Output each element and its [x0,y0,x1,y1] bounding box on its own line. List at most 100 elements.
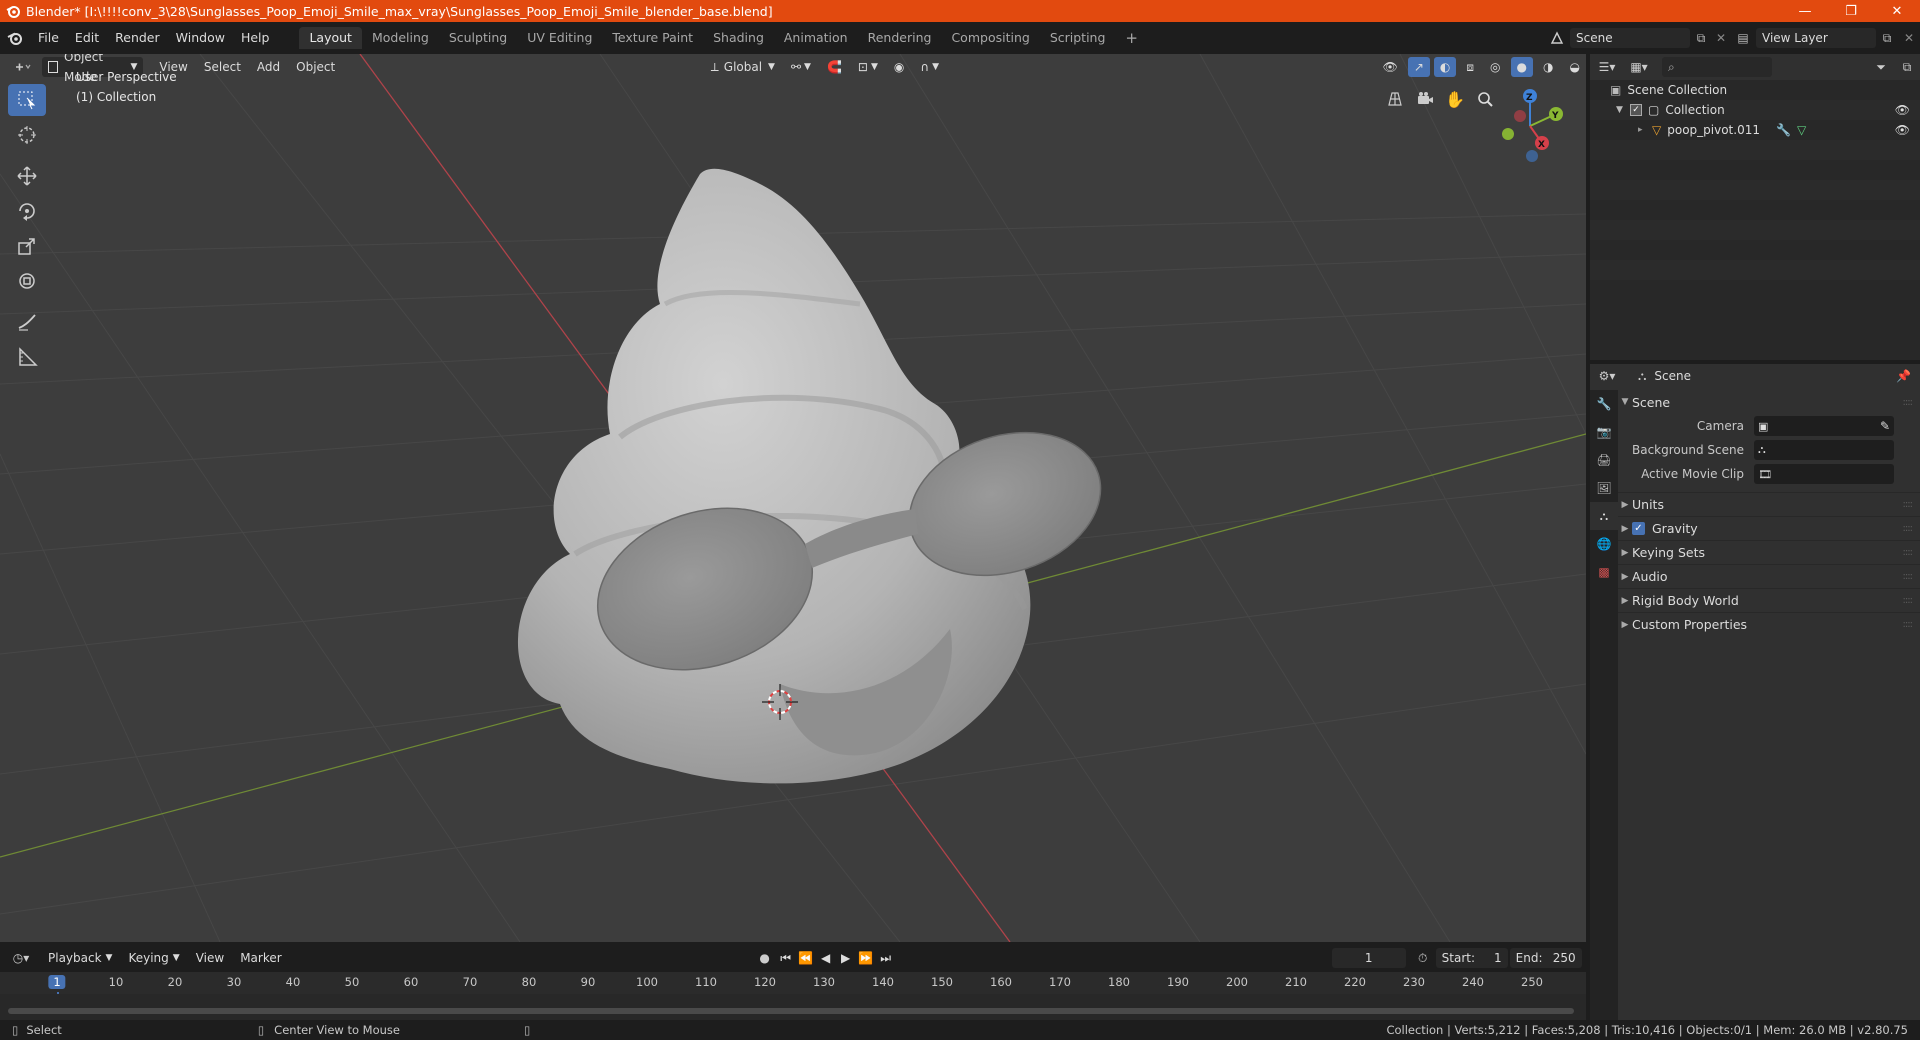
blender-menu-icon[interactable] [0,30,30,46]
new-scene-icon[interactable]: ⧉ [1690,31,1712,46]
tree-row-object[interactable]: ▸ ▽ poop_pivot.011 🔧 ▽ 👁 [1590,120,1920,140]
menu-select[interactable]: Select [198,57,247,77]
toggle-perspective-icon[interactable] [1380,84,1410,114]
filter-icon[interactable]: ⏷ [1868,60,1894,75]
scene-tab-icon[interactable]: ⛬ [1590,502,1618,530]
tab-scripting[interactable]: Scripting [1040,27,1116,49]
transform-tool[interactable] [8,265,46,297]
visibility-icon[interactable]: 👁 [1377,57,1404,77]
drag-handle-icon[interactable]: :::: [1903,397,1914,408]
drag-handle-icon[interactable]: :::: [1903,499,1914,510]
properties-editor-type-icon[interactable]: ⚙▾ [1590,369,1624,383]
current-frame-marker[interactable]: 1 [48,975,66,989]
units-panel-header[interactable]: ▶ Units :::: [1618,492,1920,516]
stopwatch-icon[interactable]: ⏱ [1410,951,1436,966]
3d-viewport[interactable]: Object Mode ▼ View Select Add Object ⟂ G… [0,54,1586,942]
timeline-ruler[interactable]: 1 10 20 30 40 50 60 70 80 90 100 110 120 130 140 150 160… [0,972,1586,1020]
tab-sculpting[interactable]: Sculpting [439,27,517,49]
display-mode-icon[interactable]: ▦▾ [1624,60,1654,74]
pivot-point-icon[interactable]: ⚯ ▼ [785,57,817,77]
outliner-editor-type-icon[interactable]: ☰▾ [1590,60,1624,74]
drag-handle-icon[interactable]: :::: [1903,619,1914,630]
cursor-tool[interactable] [8,119,46,151]
timeline-editor-type-icon[interactable]: ◷▾ [4,951,38,965]
tab-uv-editing[interactable]: UV Editing [517,27,602,49]
collection-checkbox[interactable]: ✓ [1630,104,1642,116]
current-frame-field[interactable]: 1 [1331,948,1406,968]
solid-shading-icon[interactable]: ● [1510,57,1534,77]
timeline-track-area[interactable] [0,994,1586,1020]
eye-icon[interactable]: 👁 [1895,103,1910,117]
jump-end-button[interactable]: ⏭ [876,951,896,966]
close-button[interactable]: ✕ [1874,0,1920,22]
play-reverse-button[interactable]: ◀ [816,951,836,965]
eyedropper-icon[interactable]: ✎ [1880,419,1890,433]
move-tool[interactable] [8,160,46,192]
jump-keyframe-forward-button[interactable]: ⏩ [856,951,876,965]
overlay-toggle-icon[interactable]: ◐ [1433,57,1457,77]
output-tab-icon[interactable]: 🖨 [1590,446,1618,474]
play-button[interactable]: ▶ [836,951,856,965]
transform-orientation-selector[interactable]: ⟂ Global ▼ [705,57,781,77]
tab-modeling[interactable]: Modeling [362,27,439,49]
add-workspace-button[interactable]: + [1115,27,1148,49]
record-button[interactable]: ● [754,951,776,965]
rotate-tool[interactable] [8,195,46,227]
view-layer-tab-icon[interactable]: 🖼 [1590,474,1618,502]
world-tab-icon[interactable]: 🌐 [1590,530,1618,558]
tab-animation[interactable]: Animation [774,27,858,49]
custom-properties-panel-header[interactable]: ▶ Custom Properties :::: [1618,612,1920,636]
modifier-wrench-icon[interactable]: 🔧 [1776,123,1791,137]
view-layer-icon[interactable]: ▤ [1730,31,1756,45]
delete-view-layer-icon[interactable]: ✕ [1898,31,1920,45]
drag-handle-icon[interactable]: :::: [1903,595,1914,606]
pan-hand-icon[interactable]: ✋ [1440,84,1470,114]
editor-type-icon[interactable] [8,57,38,77]
expand-arrow-icon[interactable]: ▸ [1638,125,1652,135]
menu-timeline-view[interactable]: View [190,948,230,968]
render-tab-icon[interactable]: 📷 [1590,418,1618,446]
background-scene-field[interactable]: ⛬ [1754,440,1894,460]
poop-emoji-model[interactable] [517,168,1119,784]
view-layer-field[interactable]: View Layer [1756,28,1876,48]
drag-handle-icon[interactable]: :::: [1903,547,1914,558]
delete-scene-icon[interactable]: ✕ [1712,31,1730,45]
rigid-body-world-panel-header[interactable]: ▶ Rigid Body World :::: [1618,588,1920,612]
axis-gizmo[interactable]: Z Y X [1490,84,1570,164]
tree-row-collection[interactable]: ▼ ✓ ▢ Collection 👁 [1590,100,1920,120]
new-view-layer-icon[interactable]: ⧉ [1876,31,1898,46]
gravity-panel-header[interactable]: ▶ ✓ Gravity :::: [1618,516,1920,540]
scene-panel-header[interactable]: ▼ Scene :::: [1618,390,1920,414]
camera-view-icon[interactable] [1410,84,1440,114]
wireframe-shading-icon[interactable]: ◎ [1484,57,1506,77]
scene-selector-icon[interactable] [1544,31,1570,45]
snap-target-icon[interactable]: ⊡ ▼ [852,57,884,77]
outliner-search-input[interactable]: ⌕ [1662,57,1772,77]
jump-start-button[interactable]: ⏮ [776,951,796,966]
drag-handle-icon[interactable]: :::: [1903,571,1914,582]
menu-render[interactable]: Render [107,27,168,49]
restore-button[interactable]: ❐ [1828,0,1874,22]
mesh-data-icon[interactable]: ▽ [1797,123,1806,137]
menu-marker[interactable]: Marker [234,948,287,968]
menu-object[interactable]: Object [290,57,341,77]
start-frame-field[interactable]: Start: 1 [1435,948,1508,968]
tool-tab-icon[interactable]: 🔧 [1590,390,1618,418]
proportional-edit-icon[interactable]: ◉ [888,57,910,77]
menu-file[interactable]: File [30,27,67,49]
select-box-tool[interactable] [8,84,46,116]
menu-help[interactable]: Help [233,27,278,49]
tab-rendering[interactable]: Rendering [858,27,942,49]
tab-shading[interactable]: Shading [703,27,774,49]
active-movie-clip-field[interactable]: 🎞 [1754,464,1894,484]
annotate-tool[interactable] [8,306,46,338]
gizmo-toggle-icon[interactable]: ↗ [1407,57,1430,77]
tab-compositing[interactable]: Compositing [941,27,1039,49]
expand-arrow-icon[interactable]: ▼ [1616,105,1630,115]
tab-layout[interactable]: Layout [299,27,362,49]
audio-panel-header[interactable]: ▶ Audio :::: [1618,564,1920,588]
material-shading-icon[interactable]: ◑ [1537,57,1559,77]
camera-field[interactable]: ▣ ✎ [1754,416,1894,436]
drag-handle-icon[interactable]: :::: [1903,523,1914,534]
end-frame-field[interactable]: End: 250 [1509,948,1582,968]
